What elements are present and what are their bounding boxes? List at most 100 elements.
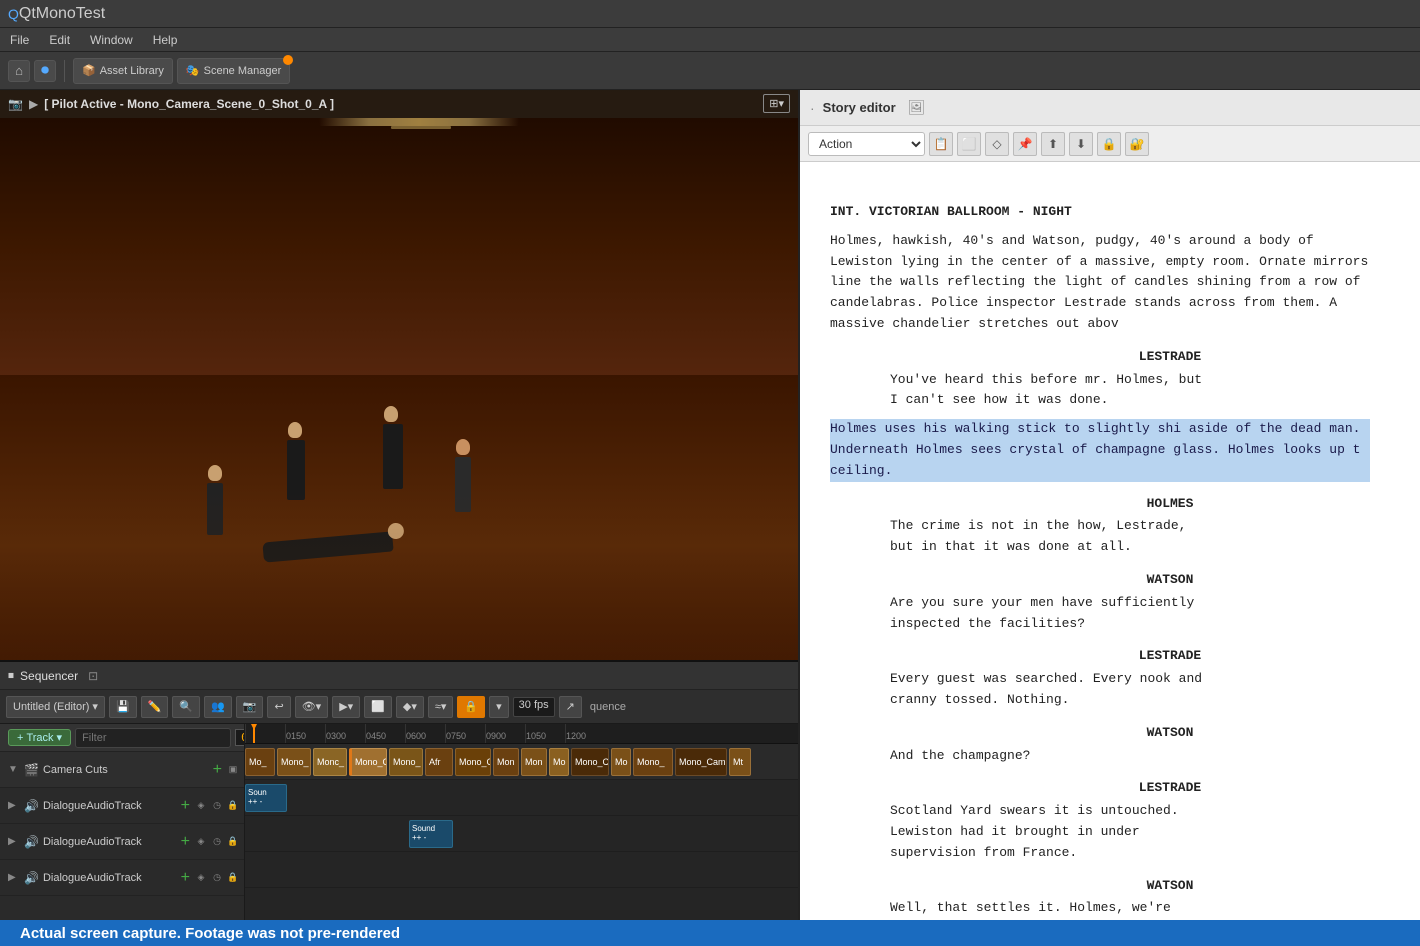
edit-btn[interactable]: ✏️ xyxy=(141,696,169,718)
track-dropdown-icon: ▾ xyxy=(57,731,63,744)
curve-btn[interactable]: ≈▾ xyxy=(428,696,454,718)
clip-mo2[interactable]: Mo xyxy=(549,748,569,776)
menu-window[interactable]: Window xyxy=(86,33,137,47)
clip-monocam[interactable]: Mono_Cam xyxy=(675,748,727,776)
add-clip-button[interactable]: + xyxy=(213,761,222,779)
add-audio-button-2[interactable]: + xyxy=(181,833,190,851)
tool-btn-1[interactable]: 📋 xyxy=(929,132,953,156)
add-audio-button[interactable]: + xyxy=(181,797,190,815)
record-button[interactable]: ⏺ xyxy=(34,60,56,82)
ruler-mark-0750: 0750 xyxy=(445,724,466,743)
clip-mt[interactable]: Mt xyxy=(729,748,751,776)
viewport-grid-button[interactable]: ⊞▾ xyxy=(763,94,790,113)
camera-timeline-row: Mo_ Mono_ Monc_ Mono_C Mono_ Afr Mono_C … xyxy=(245,744,798,780)
story-editor-panel: · Story editor 🖼 Action Scene Heading Ch… xyxy=(800,90,1420,920)
clip-mono2[interactable]: Mono_C xyxy=(349,748,387,776)
search-btn[interactable]: 🔍 xyxy=(172,696,200,718)
audio-track-icon: 🔊 xyxy=(24,799,39,813)
menu-help[interactable]: Help xyxy=(149,33,182,47)
clip-mono4[interactable]: Mono_C xyxy=(455,748,491,776)
mute-icon[interactable]: ◷ xyxy=(210,835,224,849)
audio-timeline-row-2: Sound++ - xyxy=(245,816,798,852)
tool-btn-6[interactable]: ⬇ xyxy=(1069,132,1093,156)
track-controls-3: ◈ ◷ 🔒 xyxy=(194,871,240,885)
home-button[interactable]: ⌂ xyxy=(8,60,30,82)
tool-btn-8[interactable]: 🔐 xyxy=(1125,132,1149,156)
clip-monc[interactable]: Monc_ xyxy=(313,748,347,776)
sequencer-header: ⏹ Sequencer ⊡ xyxy=(0,662,798,690)
camera-track-icon: 🎬 xyxy=(24,763,39,777)
project-dropdown[interactable]: Untitled (Editor) ▾ xyxy=(6,696,105,718)
script-content[interactable]: INT. VICTORIAN BALLROOM - NIGHT Holmes, … xyxy=(800,162,1420,920)
app-title: QtMonoTest xyxy=(19,5,105,23)
track-expand-icon[interactable]: ▶ xyxy=(8,872,20,883)
play-btn[interactable]: ▶▾ xyxy=(332,696,360,718)
sequencer-body: + Track ▾ 0006 ▼ 🎬 Camera Cuts + xyxy=(0,724,798,920)
solo-icon[interactable]: ◈ xyxy=(194,835,208,849)
record-toggle-btn[interactable]: ⬜ xyxy=(364,696,392,718)
main-toolbar: ⌂ ⏺ 📦 Asset Library 🎭 Scene Manager xyxy=(0,52,1420,90)
lock-icon[interactable]: 🔒 xyxy=(226,799,240,813)
track-expand-icon[interactable]: ▼ xyxy=(8,764,20,775)
capture-btn[interactable]: 📷 xyxy=(236,696,264,718)
tool-btn-2[interactable]: ⬜ xyxy=(957,132,981,156)
audio-clip-2[interactable]: Sound++ - xyxy=(409,820,453,848)
clip-mono3[interactable]: Mono_ xyxy=(389,748,423,776)
menu-edit[interactable]: Edit xyxy=(45,33,74,47)
mute-icon[interactable]: ◷ xyxy=(210,871,224,885)
clip-mon2[interactable]: Mon xyxy=(521,748,547,776)
snap-btn[interactable]: 🔒 xyxy=(457,696,485,718)
camera-btn[interactable]: 👥 xyxy=(204,696,232,718)
solo-icon[interactable]: ◈ xyxy=(194,799,208,813)
tool-btn-3[interactable]: ◇ xyxy=(985,132,1009,156)
save-btn[interactable]: 💾 xyxy=(109,696,137,718)
clip-mon1[interactable]: Mon xyxy=(493,748,519,776)
clip-afr[interactable]: Afr xyxy=(425,748,453,776)
view-options-btn[interactable]: 👁▾ xyxy=(295,696,329,718)
menu-file[interactable]: File xyxy=(6,33,33,47)
tool-btn-4[interactable]: 📌 xyxy=(1013,132,1037,156)
clip-mo[interactable]: Mo_ xyxy=(245,748,275,776)
story-editor-icon: · xyxy=(810,100,815,116)
holmes-name-1: HOLMES xyxy=(950,494,1390,515)
add-audio-button-3[interactable]: + xyxy=(181,869,190,887)
main-layout: 📷 ▶ [ Pilot Active - Mono_Camera_Scene_0… xyxy=(0,90,1420,920)
snap-options-btn[interactable]: ▾ xyxy=(489,696,509,718)
clip-mono6[interactable]: Mono_ xyxy=(633,748,673,776)
sequencer-minimize-icon[interactable]: ⊡ xyxy=(88,669,98,683)
add-track-button[interactable]: + Track ▾ xyxy=(8,729,71,746)
fps-display: 30 fps xyxy=(513,697,555,717)
watson-name-1: WATSON xyxy=(950,570,1390,591)
lock-icon[interactable]: 🔒 xyxy=(226,835,240,849)
clip-mono5[interactable]: Mono_C xyxy=(571,748,609,776)
key-dropdown-btn[interactable]: ◆▾ xyxy=(396,696,424,718)
solo-icon[interactable]: ◈ xyxy=(194,871,208,885)
clip-mono1[interactable]: Mono_ xyxy=(277,748,311,776)
scene-heading: INT. VICTORIAN BALLROOM - NIGHT xyxy=(830,202,1390,223)
track-expand-icon[interactable]: ▶ xyxy=(8,800,20,811)
track-filter-input[interactable] xyxy=(75,728,231,748)
cursor-btn[interactable]: ↗ xyxy=(559,696,582,718)
tool-btn-7[interactable]: 🔒 xyxy=(1097,132,1121,156)
tool-btn-5[interactable]: ⬆ xyxy=(1041,132,1065,156)
scene-manager-button[interactable]: 🎭 Scene Manager xyxy=(177,58,290,84)
viewport-title: [ Pilot Active - Mono_Camera_Scene_0_Sho… xyxy=(44,97,334,111)
scene-canvas xyxy=(0,90,798,660)
ruler-mark-start xyxy=(245,724,246,743)
audio-clip-1[interactable]: Soun++ - xyxy=(245,784,287,812)
lock-icon[interactable]: 🔒 xyxy=(226,871,240,885)
lestrade-name-1: LESTRADE xyxy=(950,347,1390,368)
track-controls: ▣ xyxy=(226,763,240,777)
ruler-mark-0900: 0900 xyxy=(485,724,506,743)
action-paragraph-2-highlighted: Holmes uses his walking stick to slightl… xyxy=(830,419,1370,481)
lestrade-dialogue-1: You've heard this before mr. Holmes, but… xyxy=(890,370,1210,412)
app-icon: Q xyxy=(8,6,19,22)
undo-btn[interactable]: ↩ xyxy=(267,696,290,718)
track-expand-icon[interactable]: ▶ xyxy=(8,836,20,847)
story-mode-select[interactable]: Action Scene Heading Character Dialogue … xyxy=(808,132,925,156)
asset-library-button[interactable]: 📦 Asset Library xyxy=(73,58,173,84)
mute-icon[interactable]: ▣ xyxy=(226,763,240,777)
mute-icon[interactable]: ◷ xyxy=(210,799,224,813)
clip-mo3[interactable]: Mo xyxy=(611,748,631,776)
dropdown-arrow-icon: ▾ xyxy=(92,700,98,713)
